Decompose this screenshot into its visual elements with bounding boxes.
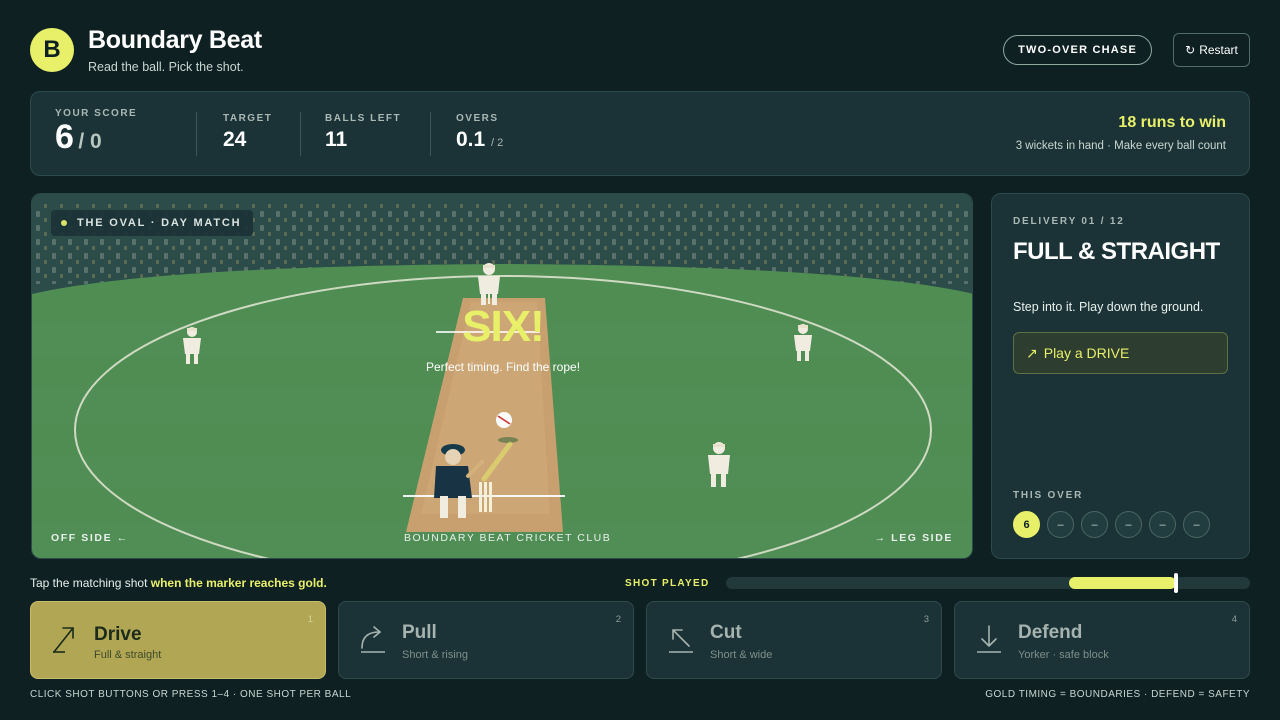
overs-label: OVERS	[456, 113, 499, 124]
timing-gold-zone	[1069, 577, 1176, 589]
delivery-hint: Step into it. Play down the ground.	[1013, 300, 1204, 314]
target-label: TARGET	[223, 113, 273, 124]
shot-name: Defend	[1018, 622, 1083, 643]
pull-button[interactable]: 2 Pull Short & rising	[338, 601, 634, 679]
timing-instruction: Tap the matching shot when the marker re…	[30, 576, 327, 590]
timing-marker	[1174, 573, 1178, 593]
restart-button[interactable]: ↻ Restart	[1173, 33, 1250, 67]
app-tagline: Read the ball. Pick the shot.	[88, 60, 244, 74]
cut-icon	[669, 629, 693, 653]
arrow-up-right-icon: ↗	[1026, 344, 1038, 361]
wickets-value: / 0	[78, 130, 102, 153]
venue-name: THE OVAL · DAY MATCH	[77, 217, 242, 229]
runs-value: 6	[55, 118, 74, 156]
instruction-text: Tap the matching shot	[30, 576, 151, 590]
divider	[430, 112, 431, 156]
runs-needed: 18 runs to win	[1118, 114, 1226, 131]
divider	[196, 112, 197, 156]
scoring-hint: GOLD TIMING = BOUNDARIES · DEFEND = SAFE…	[985, 689, 1250, 700]
header: B Boundary Beat Read the ball. Pick the …	[30, 26, 1250, 76]
ball-result: –	[1047, 511, 1074, 538]
ball-result: –	[1183, 511, 1210, 538]
drive-icon	[53, 627, 74, 653]
delivery-counter: DELIVERY 01 / 12	[1013, 216, 1125, 227]
target-value: 24	[223, 128, 247, 151]
runs-needed-sub: 3 wickets in hand · Make every ball coun…	[1015, 140, 1226, 152]
shot-name: Pull	[402, 622, 437, 643]
instruction-highlight: when the marker reaches gold.	[150, 576, 327, 590]
delivery-type: FULL & STRAIGHT	[1013, 238, 1220, 265]
shot-played-label: SHOT PLAYED	[625, 578, 710, 589]
score-value: 6 / 0	[55, 118, 102, 157]
recommended-shot: ↗ Play a DRIVE	[1013, 332, 1228, 374]
logo-badge: B	[30, 28, 74, 72]
shot-description: Yorker · safe block	[1018, 649, 1109, 661]
shot-description: Short & wide	[710, 649, 773, 661]
controls-hint: CLICK SHOT BUTTONS OR PRESS 1–4 · ONE SH…	[30, 689, 352, 700]
balls-left-value: 11	[325, 128, 348, 151]
restart-icon: ↻	[1185, 43, 1196, 57]
drive-button[interactable]: 1 Drive Full & straight	[30, 601, 326, 679]
ball-result: –	[1115, 511, 1142, 538]
overs-total: / 2	[491, 137, 504, 149]
shot-description: Full & straight	[94, 649, 162, 661]
cricket-field: THE OVAL · DAY MATCH SIX! Perfect timing…	[31, 193, 973, 559]
result-banner: SIX!	[462, 302, 545, 351]
shot-name: Cut	[710, 622, 742, 643]
mode-button[interactable]: TWO-OVER CHASE	[1003, 35, 1152, 65]
venue-badge: THE OVAL · DAY MATCH	[51, 210, 254, 236]
shot-description: Short & rising	[402, 649, 469, 661]
overs-bowled: 0.1	[456, 128, 486, 151]
shortcut-key: 4	[1231, 614, 1237, 625]
shortcut-key: 1	[307, 614, 313, 625]
delivery-panel: DELIVERY 01 / 12 FULL & STRAIGHT Step in…	[991, 193, 1250, 559]
shortcut-key: 3	[923, 614, 929, 625]
pull-icon	[361, 626, 385, 653]
balls-left-label: BALLS LEFT	[325, 113, 402, 124]
this-over-label: THIS OVER	[1013, 490, 1084, 501]
overs-value: 0.1 / 2	[456, 128, 503, 152]
leg-side-label: → LEG SIDE	[874, 532, 953, 544]
shot-buttons: 1 Drive Full & straight 2 Pull Short & r…	[30, 601, 1250, 679]
shot-name: Drive	[94, 624, 142, 645]
club-label: BOUNDARY BEAT CRICKET CLUB	[404, 532, 612, 544]
live-dot-icon	[61, 220, 67, 226]
ball-result: –	[1149, 511, 1176, 538]
divider	[300, 112, 301, 156]
off-side-label: OFF SIDE ←	[51, 532, 129, 544]
cut-button[interactable]: 3 Cut Short & wide	[646, 601, 942, 679]
over-balls: 6 – – – – –	[1013, 511, 1210, 538]
restart-label: Restart	[1199, 43, 1238, 57]
recommended-shot-label: Play a DRIVE	[1043, 345, 1130, 361]
result-subtitle: Perfect timing. Find the rope!	[425, 360, 581, 374]
defend-button[interactable]: 4 Defend Yorker · safe block	[954, 601, 1250, 679]
shortcut-key: 2	[615, 614, 621, 625]
ball-result: –	[1081, 511, 1108, 538]
ball-result: 6	[1013, 511, 1040, 538]
field-illustration	[32, 194, 972, 558]
scoreboard: YOUR SCORE 6 / 0 TARGET 24 BALLS LEFT 11…	[30, 91, 1250, 176]
defend-icon	[977, 625, 1001, 653]
timing-meter	[726, 573, 1250, 593]
app-title: Boundary Beat	[88, 26, 262, 54]
